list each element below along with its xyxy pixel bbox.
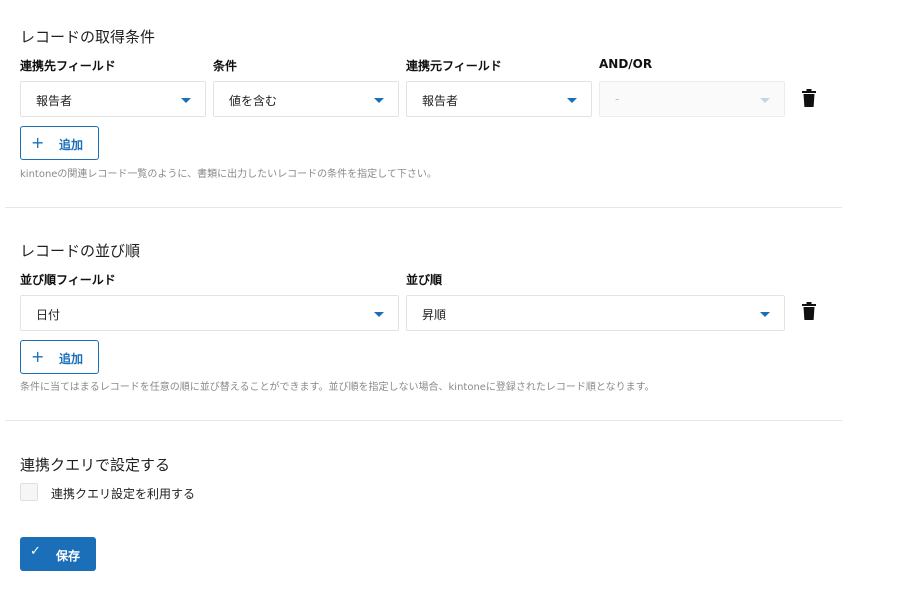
dest-field-value: 報告者: [36, 94, 73, 108]
add-order-label: 追加: [59, 352, 84, 366]
plus-icon: +: [31, 133, 45, 152]
source-field-select[interactable]: 報告者: [406, 81, 592, 117]
record-conditions-title: レコードの取得条件: [20, 28, 156, 46]
caret-down-icon: [760, 312, 770, 317]
record-conditions-help: kintoneの関連レコード一覧のように、書類に出力したいレコードの条件を指定し…: [20, 169, 437, 180]
add-condition-button[interactable]: + 追加: [20, 126, 99, 160]
condition-label: 条件: [213, 59, 238, 73]
linked-query-checkbox[interactable]: [20, 483, 38, 501]
order-field-select[interactable]: 日付: [20, 295, 399, 331]
order-value: 昇順: [422, 308, 447, 322]
caret-down-icon: [567, 98, 577, 103]
dest-field-select[interactable]: 報告者: [20, 81, 206, 117]
condition-select[interactable]: 値を含む: [213, 81, 399, 117]
source-field-label: 連携元フィールド: [406, 59, 502, 73]
and-or-value: -: [615, 92, 620, 106]
caret-down-icon: [374, 312, 384, 317]
add-condition-label: 追加: [59, 138, 84, 152]
caret-down-icon: [760, 98, 770, 103]
section-divider: [5, 420, 842, 421]
check-icon: ✓: [30, 544, 41, 559]
source-field-value: 報告者: [422, 94, 459, 108]
save-button[interactable]: ✓ 保存: [20, 537, 96, 571]
section-divider: [5, 207, 842, 208]
and-or-select[interactable]: -: [599, 81, 785, 117]
order-select[interactable]: 昇順: [406, 295, 785, 331]
add-order-button[interactable]: + 追加: [20, 340, 99, 374]
trash-icon[interactable]: [802, 89, 816, 107]
order-label: 並び順: [406, 273, 443, 287]
record-order-title: レコードの並び順: [20, 242, 141, 260]
dest-field-label: 連携先フィールド: [20, 59, 116, 73]
save-label: 保存: [56, 549, 81, 563]
caret-down-icon: [181, 98, 191, 103]
trash-icon[interactable]: [802, 302, 816, 320]
plus-icon: +: [31, 347, 45, 366]
and-or-label: AND/OR: [599, 57, 653, 71]
linked-query-title: 連携クエリで設定する: [20, 456, 171, 474]
order-field-label: 並び順フィールド: [20, 273, 116, 287]
order-field-value: 日付: [36, 308, 61, 322]
record-order-help: 条件に当てはまるレコードを任意の順に並び替えることができます。並び順を指定しない…: [20, 382, 655, 393]
linked-query-checkbox-label[interactable]: 連携クエリ設定を利用する: [51, 485, 195, 502]
condition-value: 値を含む: [229, 94, 278, 108]
caret-down-icon: [374, 98, 384, 103]
